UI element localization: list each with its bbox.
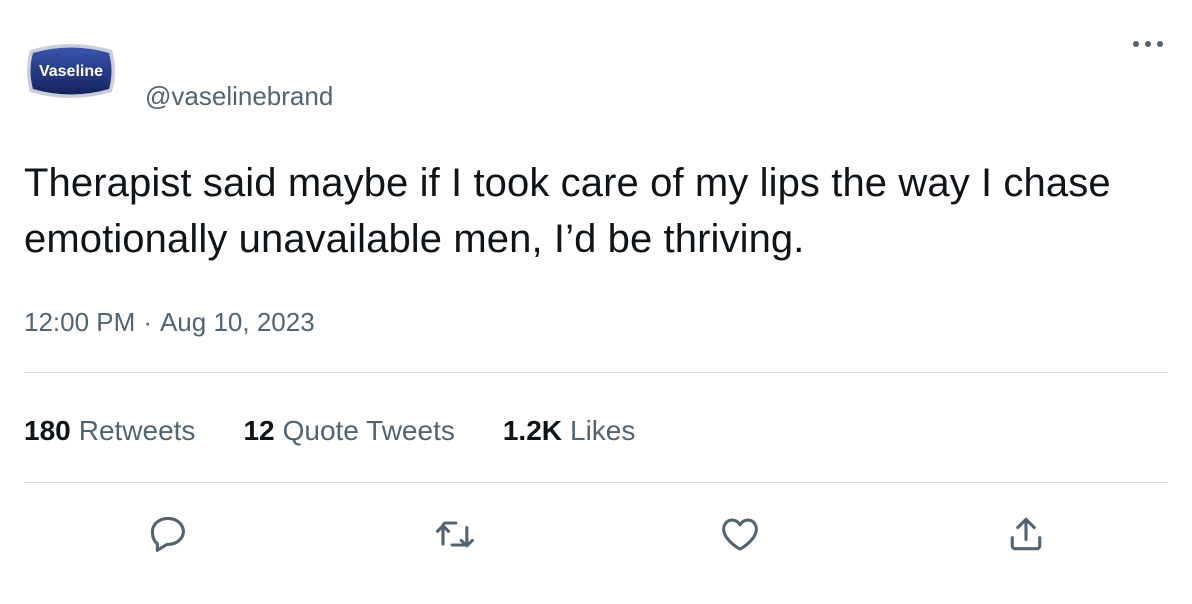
reply-icon	[150, 516, 185, 552]
retweets-count: 180	[24, 415, 71, 446]
like-icon	[722, 518, 758, 551]
likes-label: Likes	[570, 415, 636, 446]
retweets-label: Retweets	[78, 415, 196, 446]
retweet-icon	[435, 521, 474, 548]
retweet-button[interactable]	[432, 512, 476, 556]
share-button[interactable]	[1004, 512, 1048, 556]
tweet-stats: 180 Retweets 12 Quote Tweets 1.2K Likes	[24, 413, 683, 449]
likes-stat[interactable]: 1.2K Likes	[503, 415, 636, 447]
retweets-stat[interactable]: 180 Retweets	[24, 415, 195, 447]
quote-tweets-label: Quote Tweets	[282, 415, 455, 446]
tweet-text: Therapist said maybe if I took care of m…	[24, 161, 1111, 261]
divider-top	[24, 372, 1168, 373]
divider-bottom	[24, 482, 1168, 483]
like-button[interactable]	[718, 512, 762, 556]
quote-tweets-stat[interactable]: 12 Quote Tweets	[243, 415, 454, 447]
more-button[interactable]	[1128, 34, 1168, 54]
reply-button[interactable]	[146, 512, 190, 556]
timestamp-separator: ·	[143, 307, 152, 337]
likes-count: 1.2K	[502, 415, 563, 446]
more-icon	[1133, 41, 1163, 47]
tweet-card: Vaseline @vaselinebrand Therapist said m…	[0, 0, 1192, 604]
tweet-time: 12:00 PM	[24, 307, 136, 337]
share-icon	[1010, 517, 1042, 551]
author-handle[interactable]: @vaselinebrand	[145, 80, 333, 112]
quote-tweets-count: 12	[243, 415, 275, 446]
tweet-date: Aug 10, 2023	[159, 307, 315, 337]
avatar-text: Vaseline	[39, 63, 103, 80]
avatar[interactable]: Vaseline	[24, 40, 118, 102]
vaseline-logo: Vaseline	[27, 44, 115, 98]
tweet-timestamp[interactable]: 12:00 PM · Aug 10, 2023	[24, 306, 315, 338]
